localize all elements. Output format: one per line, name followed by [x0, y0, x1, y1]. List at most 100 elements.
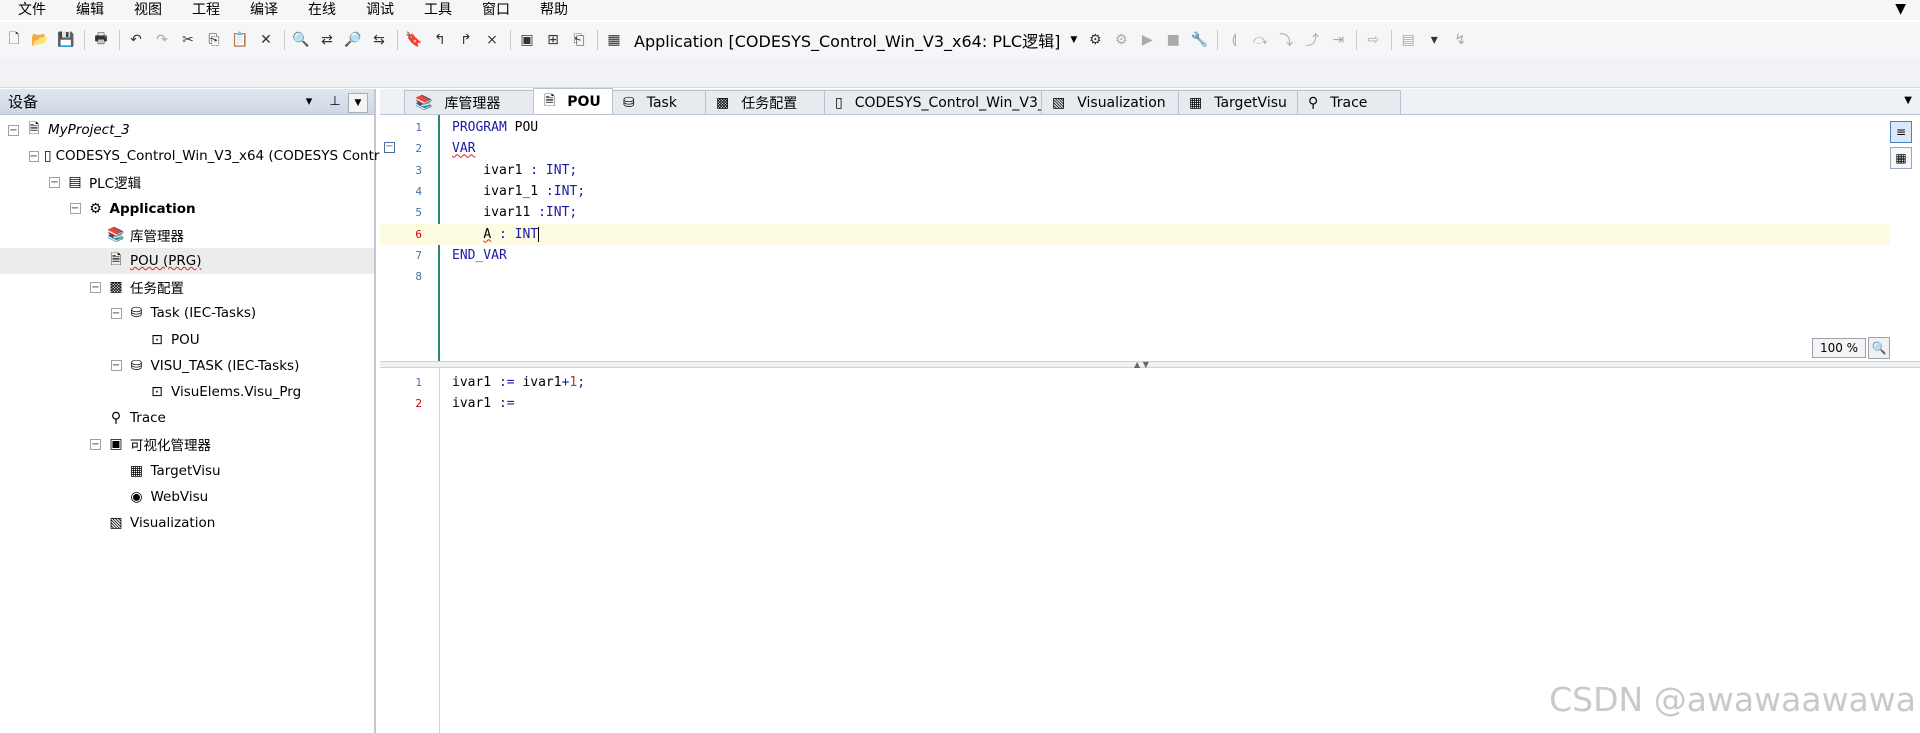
add-object-icon[interactable]: ⊞	[541, 28, 565, 52]
menu-item[interactable]: 窗口	[464, 0, 522, 20]
collapse-toggle-icon[interactable]: −	[90, 438, 101, 450]
menu-item[interactable]: 编译	[232, 0, 290, 20]
login-icon[interactable]: ⚙	[1083, 28, 1107, 52]
write-values-icon[interactable]: ⇨	[1361, 28, 1385, 52]
menu-item[interactable]: 在线	[290, 0, 348, 20]
copy-icon[interactable]: ⎘	[202, 28, 226, 52]
device-config-icon[interactable]: ▣	[515, 28, 539, 52]
code-line[interactable]: 4 ivar1_1 :INT;	[380, 181, 1890, 202]
tree-item[interactable]: ◉ WebVisu	[0, 484, 374, 510]
bookmark-toggle-icon[interactable]: 🔖	[402, 28, 426, 52]
tree-item[interactable]: − ▩ 任务配置	[0, 274, 374, 300]
step-out-icon[interactable]: ⤴	[1300, 28, 1324, 52]
menu-item[interactable]: 工程	[174, 0, 232, 20]
tree-item[interactable]: − ⛁ Task (IEC-Tasks)	[0, 300, 374, 326]
collapse-toggle-icon[interactable]: −	[49, 176, 60, 188]
tree-item[interactable]: ⚲ Trace	[0, 405, 374, 431]
force-values-icon[interactable]: ▤	[1396, 28, 1420, 52]
bookmark-clear-icon[interactable]: ⨯	[480, 28, 504, 52]
tree-item[interactable]: ▧ Visualization	[0, 510, 374, 536]
code-line[interactable]: 5 ivar11 :INT;	[380, 202, 1890, 223]
redo-icon[interactable]: ↷	[150, 28, 174, 52]
tree-item[interactable]: 📚 库管理器	[0, 222, 374, 248]
declaration-pane[interactable]: − 1 PROGRAM POU 2 VAR 3 ivar1 : INT; 4 ivar1_…	[380, 115, 1920, 363]
reset-icon[interactable]: 🔧	[1187, 28, 1211, 52]
bookmark-previous-icon[interactable]: ↰	[428, 28, 452, 52]
undo-icon[interactable]: ↶	[124, 28, 148, 52]
tree-item[interactable]: − ⛁ VISU_TASK (IEC-Tasks)	[0, 353, 374, 379]
zoom-level[interactable]: 100 %	[1812, 338, 1866, 358]
tab-item[interactable]: ▦ TargetVisu	[1178, 90, 1298, 114]
tree-item[interactable]: ▦ TargetVisu	[0, 457, 374, 483]
menu-item[interactable]: 视图	[116, 0, 174, 20]
bookmark-next-icon[interactable]: ↱	[454, 28, 478, 52]
panel-menu-icon[interactable]: ▾	[296, 94, 322, 109]
toolbar-options-icon[interactable]: ▾	[1422, 28, 1446, 52]
collapse-toggle-icon[interactable]: −	[110, 307, 122, 319]
collapse-toggle-icon[interactable]: −	[90, 281, 101, 293]
code-line[interactable]: 8	[380, 266, 1890, 287]
tab-item[interactable]: ▩ 任务配置	[705, 90, 825, 114]
find-icon[interactable]: 🔍	[289, 28, 313, 52]
tree-item[interactable]: 🗎 POU (PRG)	[0, 247, 374, 275]
menu-item[interactable]: 编辑	[58, 0, 116, 20]
replace-in-project-icon[interactable]: ⇆	[367, 28, 391, 52]
tab-item[interactable]: ▯ CODESYS_Control_Win_V3_x64	[824, 90, 1071, 114]
textual-view-icon[interactable]: ≡	[1890, 121, 1912, 143]
code-line[interactable]: 6 A : INT	[380, 223, 1890, 245]
tab-item[interactable]: ⚲ Trace	[1297, 90, 1401, 114]
tab-item[interactable]: 📚 库管理器	[404, 90, 534, 114]
unforce-icon[interactable]: ↯	[1448, 28, 1472, 52]
tab-active[interactable]: 🗎POU✕	[533, 88, 629, 114]
active-application-selector[interactable]: Application [CODESYS_Control_Win_V3_x64:…	[634, 28, 1077, 52]
chevron-down-icon[interactable]: ▼	[348, 93, 368, 113]
menu-item[interactable]: 调试	[348, 0, 406, 20]
tree-item[interactable]: ⊡ POU	[0, 327, 374, 353]
pin-icon[interactable]: ⊥	[322, 94, 348, 109]
replace-icon[interactable]: ⇄	[315, 28, 339, 52]
tree-item[interactable]: − 🗎 MyProject_3	[0, 117, 374, 143]
collapse-toggle-icon[interactable]: −	[69, 203, 81, 215]
run-to-cursor-icon[interactable]: ⇥	[1326, 28, 1350, 52]
tree-item[interactable]: − ⚙ Application	[0, 196, 374, 222]
menu-item[interactable]: 工具	[406, 0, 464, 20]
code-line[interactable]: 2 ivar1 :=	[380, 393, 1890, 414]
start-icon[interactable]: ▶	[1135, 28, 1159, 52]
export-icon[interactable]: ⎗	[567, 28, 591, 52]
find-in-project-icon[interactable]: 🔎	[341, 28, 365, 52]
code-line[interactable]: 1 PROGRAM POU	[380, 117, 1890, 138]
tree-item[interactable]: ⊡ VisuElems.Visu_Prg	[0, 379, 374, 405]
collapse-toggle-icon[interactable]: −	[28, 150, 39, 162]
code-line[interactable]: 7 END_VAR	[380, 245, 1890, 266]
logout-icon[interactable]: ⚙	[1109, 28, 1133, 52]
cut-icon[interactable]: ✂	[176, 28, 200, 52]
step-over-icon[interactable]: ⤼	[1248, 28, 1272, 52]
step-into-icon[interactable]: ⤵	[1274, 28, 1298, 52]
tree-item[interactable]: − ▤ PLC逻辑	[0, 169, 374, 195]
filter-icon[interactable]: ▼	[1895, 1, 1906, 17]
code-line[interactable]: 2 VAR	[380, 138, 1890, 159]
implementation-pane[interactable]: 1 ivar1 := ivar1+1; 2 ivar1 :=	[380, 368, 1920, 733]
tab-item[interactable]: ▧ Visualization	[1041, 90, 1179, 114]
editor-splitter[interactable]: ▲ ▼	[380, 360, 1920, 369]
collapse-toggle-icon[interactable]: −	[8, 124, 19, 136]
tree-item[interactable]: − ▣ 可视化管理器	[0, 431, 374, 457]
tabular-view-icon[interactable]: ▦	[1890, 147, 1912, 169]
new-project-icon[interactable]: 🗋	[2, 28, 26, 52]
zoom-icon[interactable]: 🔍	[1868, 337, 1890, 359]
tab-overflow-icon[interactable]: ▼	[1904, 95, 1912, 106]
print-icon[interactable]: 🖶	[89, 28, 113, 52]
open-project-icon[interactable]: 📂	[28, 28, 52, 52]
tab-item[interactable]: ⛁ Task	[612, 90, 706, 114]
save-icon[interactable]: 💾	[54, 28, 78, 52]
breakpoint-icon[interactable]: ⟬	[1222, 28, 1246, 52]
code-line[interactable]: 1 ivar1 := ivar1+1;	[380, 372, 1890, 393]
collapse-toggle-icon[interactable]: −	[110, 360, 122, 372]
menu-item[interactable]: 帮助	[522, 0, 580, 20]
stop-icon[interactable]: ■	[1161, 28, 1185, 52]
paste-icon[interactable]: 📋	[228, 28, 252, 52]
code-line[interactable]: 3 ivar1 : INT;	[380, 160, 1890, 181]
menu-item[interactable]: 文件	[0, 0, 58, 20]
delete-icon[interactable]: ✕	[254, 28, 278, 52]
build-icon[interactable]: ▦	[602, 28, 626, 52]
